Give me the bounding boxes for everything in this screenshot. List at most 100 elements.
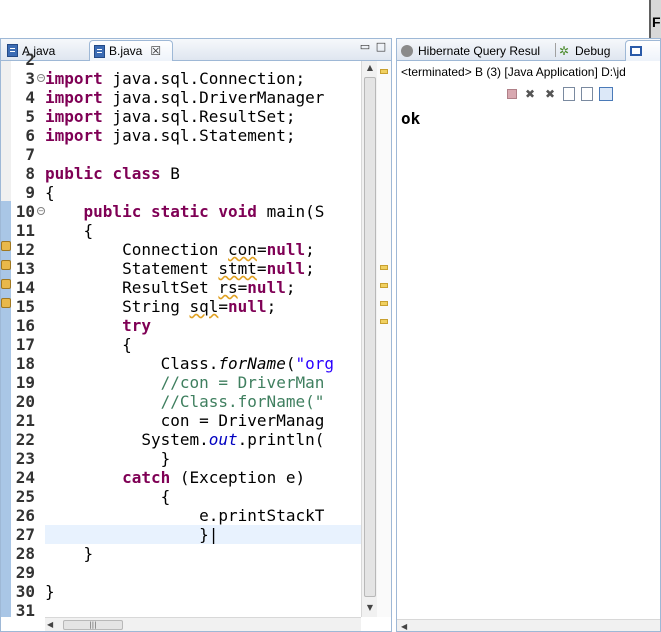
code-line[interactable]: ResultSet rs=null; [45,278,295,297]
line-number: 5 [25,107,35,126]
line-number: 13 [15,259,35,278]
pin-console-icon[interactable] [599,87,613,101]
code-line[interactable]: System.out.println( [45,430,324,449]
line-number: 28 [15,544,35,563]
tab-label: Debug [575,43,611,58]
console-status: <terminated> B (3) [Java Application] D:… [401,65,626,79]
line-number: 22 [15,430,35,449]
code-line[interactable]: } [45,582,55,601]
hibernate-icon [401,44,413,57]
tab-console[interactable] [625,40,660,61]
line-number: 9 [25,183,35,202]
overview-marker[interactable] [380,265,388,270]
code-line[interactable]: { [45,335,132,354]
vertical-scrollbar[interactable]: ▲ ▼ [361,61,377,617]
line-number: 27 [15,525,35,544]
java-file-icon [94,44,105,58]
terminate-icon[interactable] [507,89,517,99]
java-editor: A.java B.java ☒ ▭ □ 2 3−4 5 6 7 8 9 10−11 12 13 14… [0,38,392,632]
fold-toggle-icon[interactable]: − [37,74,45,82]
line-number: 25 [15,487,35,506]
code-line[interactable]: catch (Exception e) [45,468,305,487]
code-line[interactable]: }| [45,525,361,544]
code-line[interactable]: //Class.forName(" [45,392,325,411]
line-number: 29 [15,563,35,582]
line-number: 14 [15,278,35,297]
code-line[interactable]: import java.sql.ResultSet; [45,107,295,126]
line-number: 8 [25,164,35,183]
line-number: 30 [15,582,35,601]
line-number: 17 [15,335,35,354]
line-number: 19 [15,373,35,392]
line-number: 12 [15,240,35,259]
console-toolbar: ✖ ✖ [507,85,613,103]
line-number: 20 [15,392,35,411]
scroll-left-icon[interactable]: ◀ [47,618,53,632]
warning-icon[interactable] [1,279,11,289]
line-number: 21 [15,411,35,430]
tab-b-java[interactable]: B.java ☒ [89,40,173,61]
console-tab-bar: Hibernate Query Resul ✲ Debug [397,39,660,61]
console-output: ok [401,109,421,128]
line-number: 7 [25,145,35,164]
code-line[interactable]: Statement stmt=null; [45,259,315,278]
minimize-icon[interactable]: ▭ [359,41,371,54]
overview-marker[interactable] [380,301,388,306]
overview-marker[interactable] [380,283,388,288]
scroll-thumb[interactable] [364,77,376,597]
overview-marker[interactable] [380,319,388,324]
overview-ruler [377,61,391,617]
fold-toggle-icon[interactable]: − [37,207,45,215]
scroll-down-icon[interactable]: ▼ [362,601,378,615]
remove-all-terminated-icon[interactable]: ✖ [543,87,557,101]
warning-icon[interactable] [1,260,11,270]
scroll-left-icon[interactable]: ◀ [401,620,407,631]
edge-letter: F [652,14,661,30]
scroll-thumb[interactable]: ||| [63,620,123,630]
remove-launch-icon[interactable]: ✖ [523,87,537,101]
code-line[interactable]: } [45,449,171,468]
tab-debug[interactable]: ✲ Debug [559,40,610,61]
code-line[interactable]: //con = DriverMan [45,373,325,392]
code-area[interactable]: import java.sql.Connection; import java.s… [45,61,361,617]
code-line[interactable]: { [45,183,55,202]
line-numbers: 2 3−4 5 6 7 8 9 10−11 12 13 14 15 16 17 18 19 20 21 22 23 24… [11,50,45,620]
line-number: 23 [15,449,35,468]
code-line[interactable]: } [45,544,94,563]
horizontal-scrollbar[interactable]: ◀ ||| [45,617,361,631]
code-line[interactable]: public class B [45,164,180,183]
line-number: 4 [25,88,35,107]
debug-icon: ✲ [559,43,570,58]
code-line[interactable]: con = DriverManag [45,411,325,430]
code-line[interactable]: e.printStackT [45,506,324,525]
tab-separator [555,43,556,57]
code-line[interactable]: import java.sql.Connection; [45,69,305,88]
annotation-gutter [1,61,11,617]
line-number: 16 [15,316,35,335]
scroll-up-icon[interactable]: ▲ [362,61,378,75]
warning-icon[interactable] [1,241,11,251]
close-tab-icon[interactable]: ☒ [150,44,161,58]
code-line[interactable]: { [45,487,171,506]
editor-tab-bar: A.java B.java ☒ ▭ □ [1,39,391,61]
top-strip [0,0,661,38]
code-line[interactable]: public static void main(S [45,202,325,221]
code-line[interactable]: String sql=null; [45,297,276,316]
overview-marker[interactable] [380,69,388,74]
code-line[interactable]: try [45,316,151,335]
tab-label: B.java [109,44,143,58]
maximize-icon[interactable]: □ [375,41,387,54]
line-number: 2 [25,50,35,69]
code-line[interactable]: import java.sql.Statement; [45,126,295,145]
line-number: 26 [15,506,35,525]
code-line[interactable]: Class.forName("org [45,354,334,373]
clear-console-icon[interactable] [563,87,575,101]
code-line[interactable]: Connection con=null; [45,240,315,259]
code-line[interactable]: { [45,221,94,240]
scroll-lock-icon[interactable] [581,87,593,101]
tab-hibernate-query-result[interactable]: Hibernate Query Resul [401,40,540,61]
warning-icon[interactable] [1,298,11,308]
console-horizontal-scrollbar[interactable]: ◀ [397,619,660,631]
console-icon [630,46,642,56]
code-line[interactable]: import java.sql.DriverManager [45,88,324,107]
